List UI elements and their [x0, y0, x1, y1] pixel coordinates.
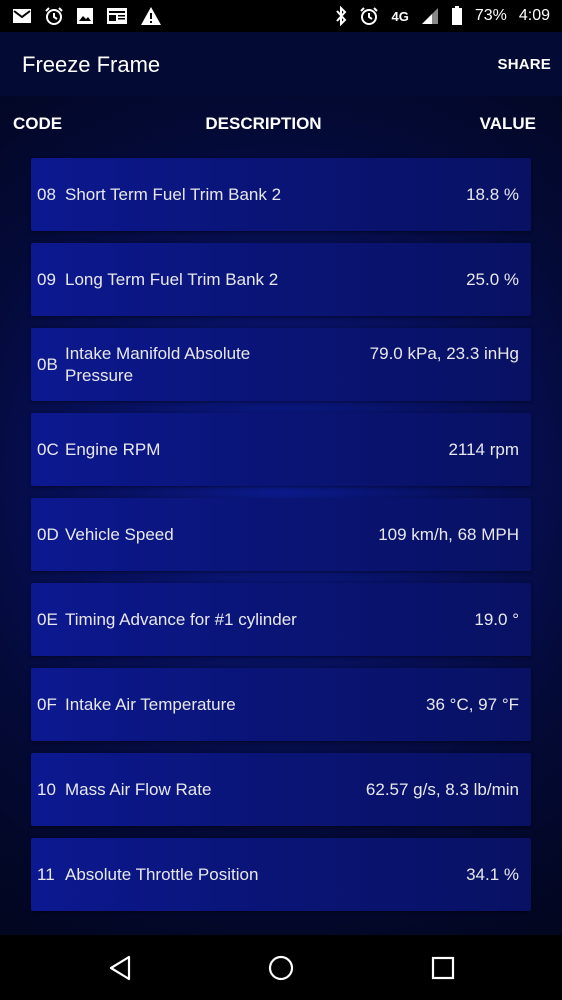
header-description: DESCRIPTION: [205, 114, 322, 133]
list-item[interactable]: 0F Intake Air Temperature 36 °C, 97 °F: [31, 668, 531, 741]
row-description: Long Term Fuel Trim Bank 2: [65, 269, 279, 289]
home-icon[interactable]: [266, 953, 296, 983]
row-code: 0B: [37, 354, 58, 374]
list-item[interactable]: 09 Long Term Fuel Trim Bank 2 25.0 %: [31, 243, 531, 316]
row-description: Absolute Throttle Position: [65, 864, 259, 884]
row-description: Engine RPM: [65, 439, 161, 459]
row-description: Vehicle Speed: [65, 524, 174, 544]
row-code: 0F: [37, 694, 57, 714]
list-item[interactable]: 0E Timing Advance for #1 cylinder 19.0 °: [31, 583, 531, 656]
battery-icon: [451, 6, 463, 26]
list-item[interactable]: 10 Mass Air Flow Rate 62.57 g/s, 8.3 lb/…: [31, 753, 531, 826]
row-description: Intake Manifold Absolute Pressure: [65, 343, 251, 385]
news-icon: [106, 7, 128, 25]
recents-icon[interactable]: [428, 953, 458, 983]
row-value: 34.1 %: [466, 864, 519, 884]
alarm-icon: [44, 6, 64, 26]
status-bar: 4G 73% 4:09: [0, 0, 562, 32]
data-list: 08 Short Term Fuel Trim Bank 2 18.8 % 09…: [31, 158, 531, 923]
screen: 4G 73% 4:09 Freeze Frame SHARE CODE DESC…: [0, 0, 562, 1000]
page-title: Freeze Frame: [22, 52, 161, 77]
app-bar: Freeze Frame SHARE: [0, 32, 562, 96]
mail-icon: [12, 8, 32, 24]
list-item[interactable]: 0C Engine RPM 2114 rpm: [31, 413, 531, 486]
row-value: 79.0 kPa, 23.3 inHg: [369, 344, 519, 363]
row-value: 2114 rpm: [448, 439, 519, 459]
list-item[interactable]: 0B Intake Manifold Absolute Pressure 79.…: [31, 328, 531, 401]
share-button[interactable]: SHARE: [497, 56, 551, 73]
row-code: 11: [37, 864, 55, 884]
row-code: 08: [37, 184, 56, 204]
row-code: 10: [37, 779, 56, 799]
back-icon[interactable]: [105, 953, 135, 983]
row-description: Timing Advance for #1 cylinder: [65, 609, 297, 629]
battery-percent: 73%: [474, 7, 507, 24]
image-icon: [76, 7, 94, 25]
clock: 4:09: [518, 7, 550, 24]
table-header: CODE DESCRIPTION VALUE: [0, 96, 562, 152]
row-value: 19.0 °: [474, 609, 519, 629]
row-code: 0D: [37, 524, 59, 544]
signal-icon: [421, 7, 439, 25]
status-bar-left: [12, 6, 162, 26]
row-code: 0E: [37, 609, 58, 629]
row-description: Mass Air Flow Rate: [65, 779, 212, 799]
row-code: 0C: [37, 439, 59, 459]
row-value: 109 km/h, 68 MPH: [378, 524, 519, 544]
row-value: 62.57 g/s, 8.3 lb/min: [365, 779, 519, 799]
row-description: Short Term Fuel Trim Bank 2: [65, 184, 282, 204]
list-item[interactable]: 08 Short Term Fuel Trim Bank 2 18.8 %: [31, 158, 531, 231]
row-description: Intake Air Temperature: [65, 694, 236, 714]
network-label: 4G: [391, 8, 409, 24]
row-value: 25.0 %: [466, 269, 519, 289]
list-item[interactable]: 11 Absolute Throttle Position 34.1 %: [31, 838, 531, 911]
alarm-icon: [359, 6, 379, 26]
header-value: VALUE: [479, 114, 536, 133]
bluetooth-icon: [335, 6, 347, 26]
row-code: 09: [37, 269, 56, 289]
status-bar-right: 4G 73% 4:09: [335, 6, 550, 26]
list-item[interactable]: 0D Vehicle Speed 109 km/h, 68 MPH: [31, 498, 531, 571]
navigation-bar: [0, 935, 562, 1000]
warning-icon: [140, 6, 162, 26]
row-value: 18.8 %: [466, 184, 519, 204]
row-value: 36 °C, 97 °F: [426, 694, 519, 714]
